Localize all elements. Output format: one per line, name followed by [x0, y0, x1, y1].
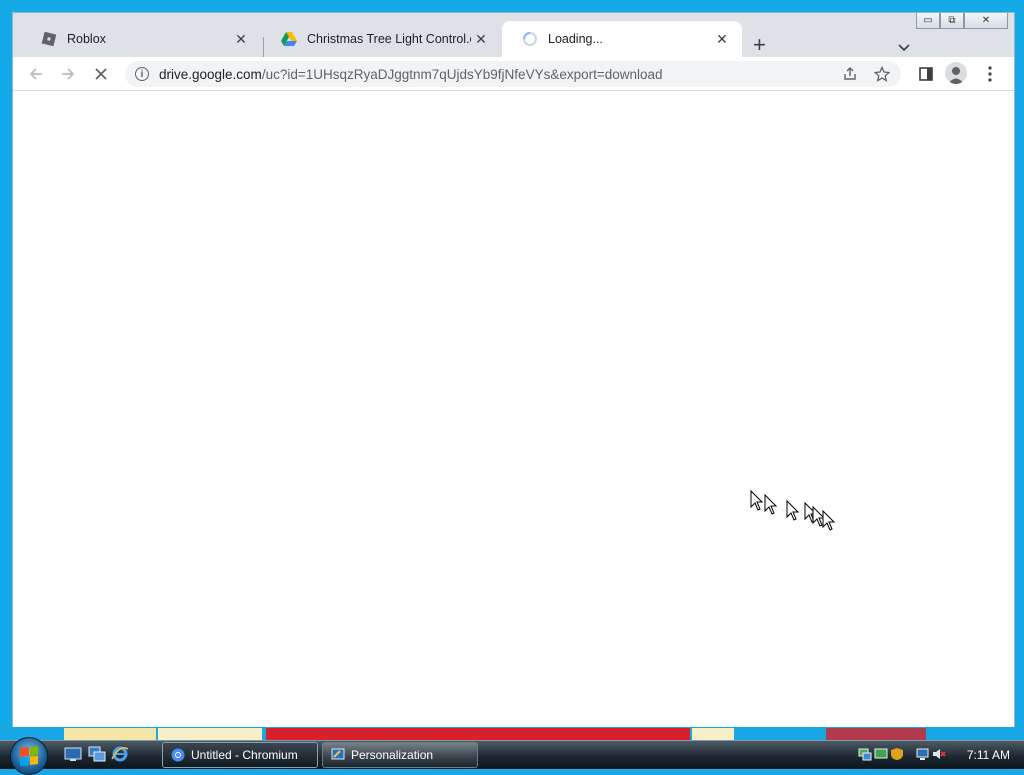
- tab-strip: Roblox ✕ Christmas Tree Light Control.ex…: [13, 21, 1014, 57]
- volume-muted-icon[interactable]: [932, 747, 946, 761]
- stop-loading-icon[interactable]: [90, 63, 112, 85]
- chromium-icon: [171, 748, 185, 762]
- forward-arrow-icon[interactable]: [57, 63, 79, 85]
- tab-title: Christmas Tree Light Control.exe: [307, 32, 471, 46]
- loading-spinner-icon: [523, 32, 537, 46]
- tab-title: Loading...: [548, 32, 603, 46]
- taskbar: Untitled - Chromium Personalization 7:11…: [0, 737, 1024, 775]
- wallpaper-segment: [266, 728, 690, 740]
- show-desktop-icon[interactable]: [64, 746, 82, 762]
- new-tab-button[interactable]: +: [753, 34, 766, 56]
- personalization-icon: [331, 748, 345, 760]
- bookmark-star-icon[interactable]: [873, 65, 891, 83]
- side-panel-icon[interactable]: [915, 63, 937, 85]
- network-icon[interactable]: [858, 747, 872, 761]
- browser-toolbar: i drive.google.com/uc?id=1UHsqzRyaDJggtn…: [13, 57, 1014, 91]
- share-icon[interactable]: [841, 65, 859, 83]
- clock[interactable]: 7:11 AM: [967, 748, 1010, 762]
- taskbar-button-personalization[interactable]: Personalization: [322, 742, 478, 768]
- tab-roblox[interactable]: Roblox ✕: [21, 21, 261, 57]
- kebab-menu-icon[interactable]: [979, 63, 1001, 85]
- security-shield-icon[interactable]: [890, 747, 904, 761]
- back-arrow-icon[interactable]: [25, 63, 47, 85]
- wallpaper-segment: [158, 728, 262, 740]
- tab-title: Roblox: [67, 32, 106, 46]
- site-info-icon[interactable]: i: [135, 67, 149, 81]
- mouse-cursor-icon: [750, 489, 836, 531]
- browser-window: ▭ ⧉ ✕ Roblox ✕ Christmas Tree Light Cont…: [12, 12, 1015, 727]
- wallpaper-segment: [692, 728, 734, 740]
- url-host: drive.google.com: [159, 66, 262, 82]
- close-tab-icon[interactable]: ✕: [471, 31, 491, 48]
- tab-christmas-tree[interactable]: Christmas Tree Light Control.exe ✕: [261, 21, 501, 57]
- url-path: /uc?id=1UHsqzRyaDJggtnm7qUjdsYb9fjNfeVYs…: [261, 66, 663, 82]
- url-text: drive.google.com/uc?id=1UHsqzRyaDJggtnm7…: [159, 67, 663, 82]
- display-icon[interactable]: [874, 747, 888, 761]
- taskbar-button-chromium[interactable]: Untitled - Chromium: [162, 742, 318, 768]
- internet-explorer-icon[interactable]: [111, 746, 129, 762]
- google-drive-icon: [281, 32, 297, 46]
- wallpaper-segment: [826, 728, 926, 740]
- taskbar-button-label: Personalization: [351, 748, 434, 762]
- roblox-icon: [41, 31, 57, 47]
- close-tab-icon[interactable]: ✕: [231, 31, 251, 48]
- system-tray: 7:11 AM: [854, 741, 1024, 769]
- wallpaper-segment: [64, 728, 156, 740]
- windows-logo-icon: [20, 746, 38, 766]
- start-button[interactable]: [10, 737, 48, 775]
- page-content[interactable]: [13, 91, 1014, 727]
- address-bar[interactable]: i drive.google.com/uc?id=1UHsqzRyaDJggtn…: [125, 61, 901, 87]
- taskbar-button-label: Untitled - Chromium: [191, 748, 298, 762]
- desktop-wallpaper: [0, 726, 1024, 740]
- switch-windows-icon[interactable]: [88, 746, 106, 762]
- network-status-icon[interactable]: [916, 747, 930, 761]
- profile-avatar-icon[interactable]: [945, 62, 967, 84]
- tab-search-chevron-icon[interactable]: [898, 41, 910, 55]
- tab-loading[interactable]: Loading... ✕: [502, 21, 742, 57]
- close-tab-icon[interactable]: ✕: [712, 31, 732, 48]
